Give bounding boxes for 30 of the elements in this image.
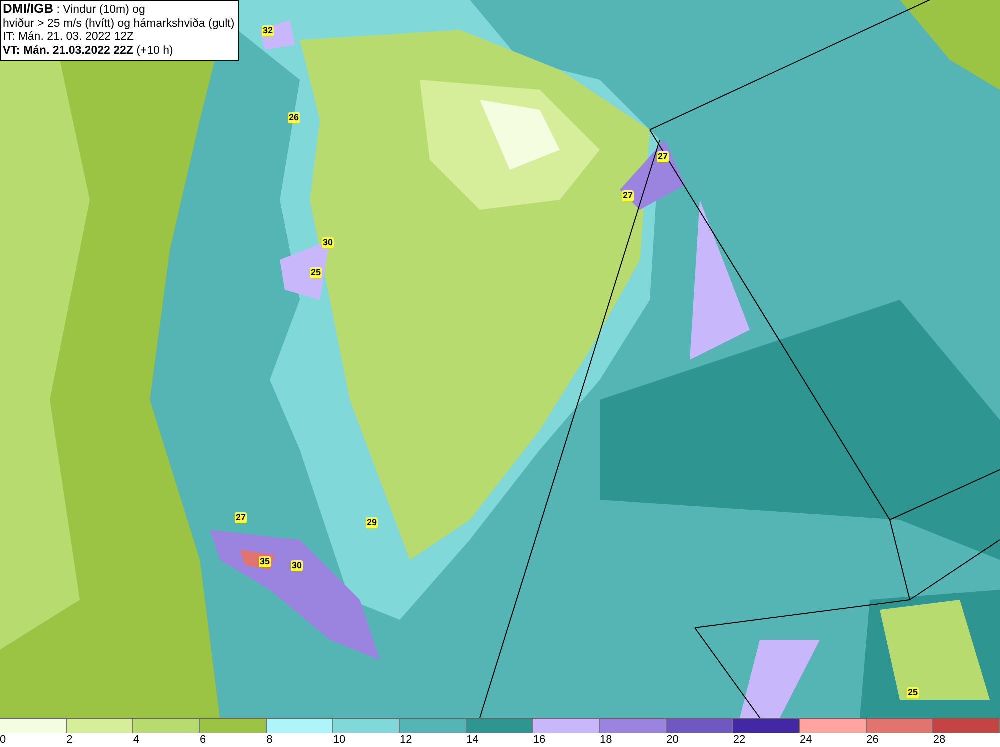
legend-label: 0	[0, 733, 6, 747]
gust-value-label: 26	[288, 112, 300, 124]
gust-value-label: 35	[259, 556, 271, 568]
gust-value-label: 27	[235, 512, 247, 524]
legend-label: 18	[600, 733, 612, 747]
gust-value-label: 29	[366, 518, 378, 528]
title-line: DMI/IGB : Vindur (10m) og	[3, 2, 146, 18]
legend-label: 8	[266, 733, 273, 747]
legend-label: 20	[666, 733, 679, 747]
gust-value-label: 30	[322, 238, 334, 248]
legend-label: 16	[533, 733, 546, 747]
title-line: VT: Mán. 21.03.2022 22Z (+10 h)	[3, 44, 174, 58]
gust-value-label: 25	[907, 688, 919, 698]
legend-label: 12	[400, 733, 412, 747]
legend-label: 14	[466, 733, 479, 747]
legend-label: 10	[333, 733, 346, 747]
legend-label: 22	[733, 733, 746, 747]
title-line: hviður > 25 m/s (hvítt) og hámarkshviða (gult)	[3, 18, 235, 31]
legend-label: 26	[866, 733, 879, 747]
title-line: IT: Mán. 21. 03. 2022 12Z	[3, 31, 136, 44]
gust-value-label: 30	[291, 560, 303, 572]
legend-label: 2	[66, 733, 73, 747]
gust-value-label: 27	[657, 152, 669, 162]
legend-label: 24	[800, 733, 812, 747]
gust-value-label: 27	[622, 190, 634, 202]
legend-label: 4	[133, 733, 140, 747]
legend-label: 6	[200, 733, 206, 747]
gust-value-label: 32	[262, 26, 274, 36]
gust-value-label: 25	[310, 268, 322, 278]
legend-label: 28	[933, 733, 946, 747]
